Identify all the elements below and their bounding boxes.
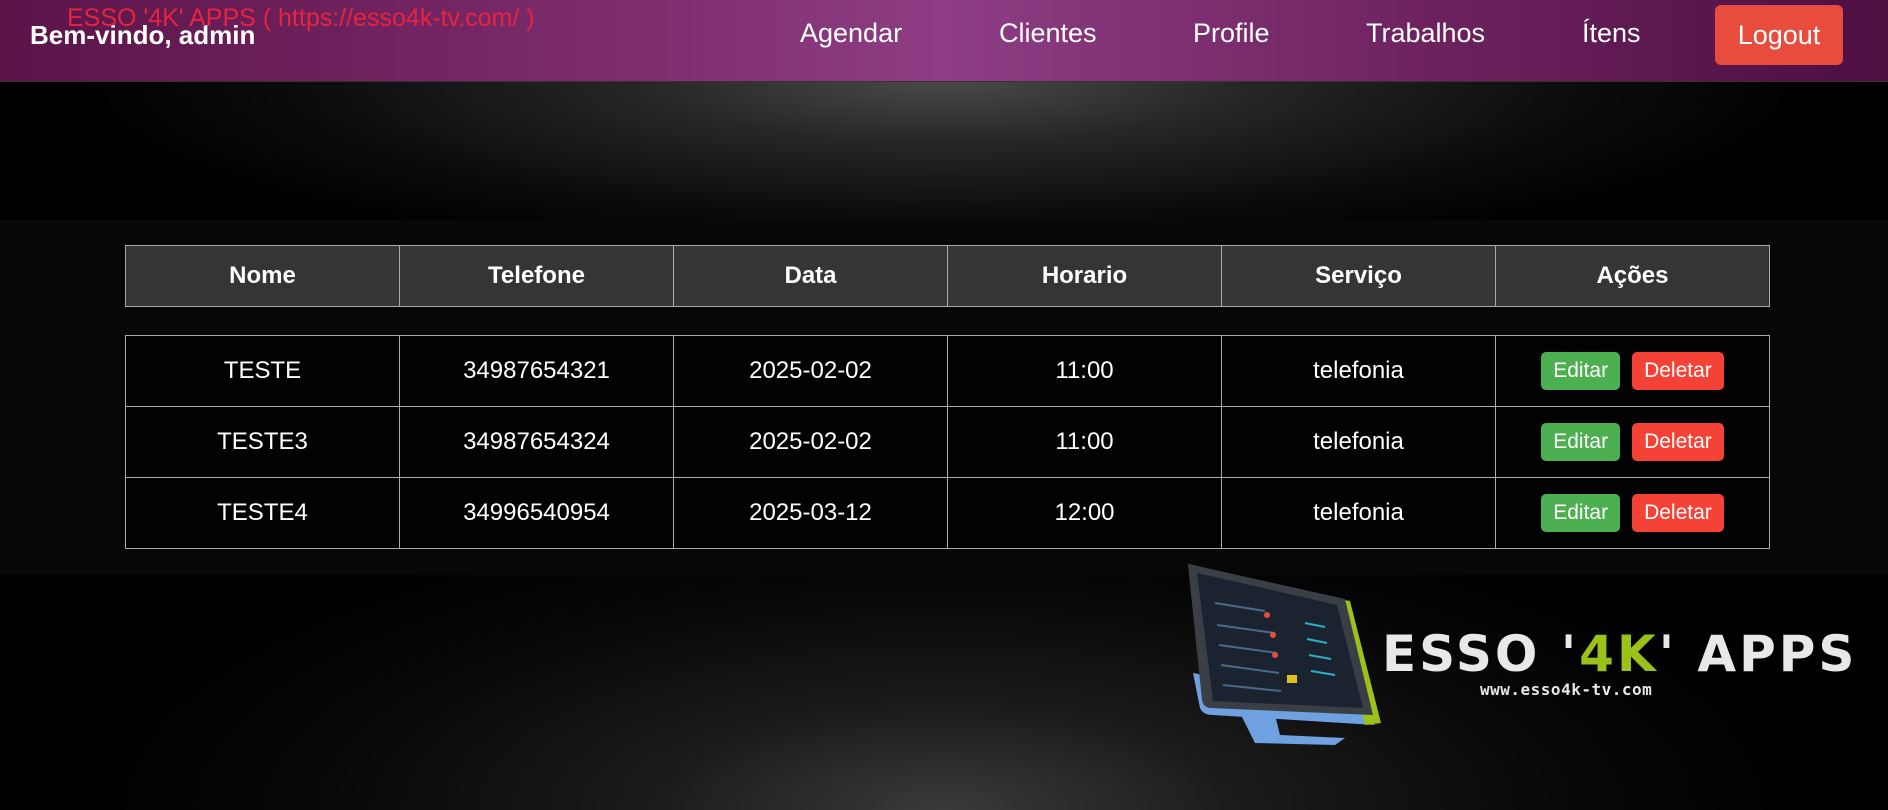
background-glow-top (0, 80, 1888, 220)
delete-button[interactable]: Deletar (1632, 423, 1724, 461)
cell-telefone: 34987654324 (399, 406, 674, 478)
nav-clientes[interactable]: Clientes (999, 18, 1097, 49)
cell-horario: 11:00 (947, 406, 1222, 478)
logo-text: ESSO '4K' APPS (1382, 625, 1857, 683)
logo-text-part: ESSO ' (1382, 625, 1580, 683)
nav-itens[interactable]: Ítens (1582, 18, 1641, 49)
cell-telefone: 34996540954 (399, 477, 674, 549)
cell-nome: TESTE3 (125, 406, 400, 478)
header-nome: Nome (125, 245, 400, 307)
table-row: TESTE4 34996540954 2025-03-12 12:00 tele… (125, 477, 1770, 549)
appointments-table: TESTE 34987654321 2025-02-02 11:00 telef… (125, 335, 1770, 549)
edit-button[interactable]: Editar (1541, 494, 1621, 532)
cell-servico: telefonia (1221, 406, 1496, 478)
cell-data: 2025-03-12 (673, 477, 948, 549)
table-row: TESTE 34987654321 2025-02-02 11:00 telef… (125, 335, 1770, 407)
monitor-icon (1187, 564, 1381, 745)
cell-nome: TESTE4 (125, 477, 400, 549)
cell-acoes: Editar Deletar (1495, 335, 1770, 407)
cell-horario: 12:00 (947, 477, 1222, 549)
cell-nome: TESTE (125, 335, 400, 407)
cell-servico: telefonia (1221, 335, 1496, 407)
cell-data: 2025-02-02 (673, 406, 948, 478)
header-telefone: Telefone (399, 245, 674, 307)
nav-profile[interactable]: Profile (1193, 18, 1270, 49)
table-header: Nome Telefone Data Horario Serviço Ações (125, 245, 1770, 307)
logo-text-accent: 4K (1579, 625, 1659, 683)
navbar: Bem-vindo, admin ESSO '4K' APPS ( https:… (0, 0, 1888, 82)
header-horario: Horario (947, 245, 1222, 307)
logout-button[interactable]: Logout (1715, 5, 1843, 65)
nav-agendar[interactable]: Agendar (800, 18, 902, 49)
logo-text-part: ' APPS (1658, 625, 1858, 683)
cell-acoes: Editar Deletar (1495, 406, 1770, 478)
edit-button[interactable]: Editar (1541, 423, 1621, 461)
header-servico: Serviço (1221, 245, 1496, 307)
table-row: TESTE3 34987654324 2025-02-02 11:00 tele… (125, 406, 1770, 478)
cell-acoes: Editar Deletar (1495, 477, 1770, 549)
logo-url: www.esso4k-tv.com (1480, 680, 1653, 699)
edit-button[interactable]: Editar (1541, 352, 1621, 390)
delete-button[interactable]: Deletar (1632, 352, 1724, 390)
watermark-link[interactable]: ESSO '4K' APPS ( https://esso4k-tv.com/ … (67, 4, 535, 33)
header-acoes: Ações (1495, 245, 1770, 307)
cell-data: 2025-02-02 (673, 335, 948, 407)
header-data: Data (673, 245, 948, 307)
cell-servico: telefonia (1221, 477, 1496, 549)
nav-trabalhos[interactable]: Trabalhos (1366, 18, 1485, 49)
cell-horario: 11:00 (947, 335, 1222, 407)
delete-button[interactable]: Deletar (1632, 494, 1724, 532)
cell-telefone: 34987654321 (399, 335, 674, 407)
